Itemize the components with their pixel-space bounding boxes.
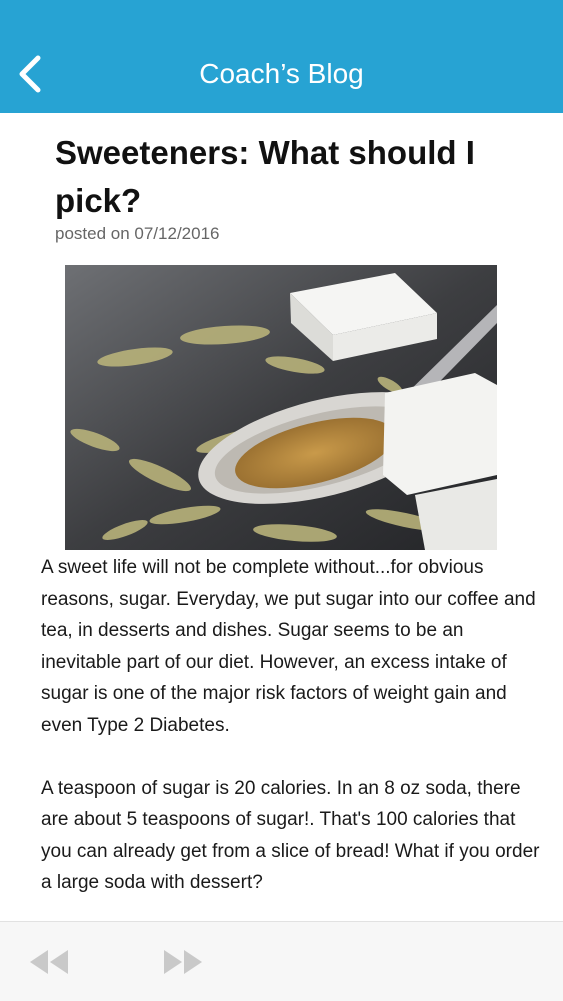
page-title: Coach’s Blog <box>199 58 364 89</box>
rewind-button[interactable] <box>26 944 74 980</box>
rewind-icon <box>30 950 68 974</box>
sweetener-photo <box>65 265 497 550</box>
post-paragraph: A sweet life will not be complete withou… <box>41 557 536 736</box>
navigation-bar: Coach’s Blog <box>0 0 563 113</box>
post-paragraph: A teaspoon of sugar is 20 calories. In a… <box>41 777 540 894</box>
post-image <box>65 265 497 550</box>
fast-forward-button[interactable] <box>158 944 206 980</box>
post-date: posted on 07/12/2016 <box>55 224 220 243</box>
post-body: A sweet life will not be complete withou… <box>41 552 541 921</box>
fast-forward-icon <box>164 950 202 974</box>
bottom-toolbar <box>0 921 563 1001</box>
post-title: Sweeteners: What should I pick? <box>55 134 475 219</box>
blog-post[interactable]: Sweeteners: What should I pick? posted o… <box>0 113 563 921</box>
